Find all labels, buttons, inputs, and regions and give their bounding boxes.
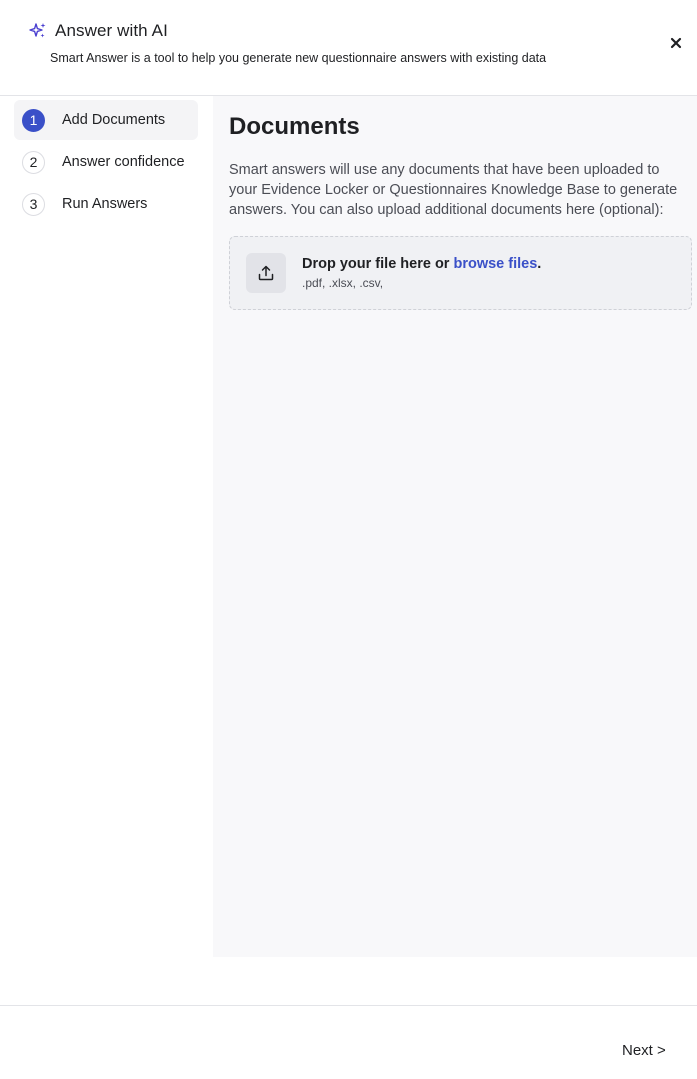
- modal-footer: Next >: [0, 1005, 697, 1079]
- sparkle-icon: [29, 22, 47, 40]
- modal-subtitle: Smart Answer is a tool to help you gener…: [50, 51, 547, 65]
- step-label: Add Documents: [62, 112, 166, 128]
- documents-panel: Documents Smart answers will use any doc…: [213, 96, 697, 957]
- step-add-documents[interactable]: 1 Add Documents: [14, 100, 198, 140]
- step-number: 2: [22, 150, 45, 174]
- step-run-answers[interactable]: 3 Run Answers: [14, 184, 198, 224]
- close-icon: [670, 37, 682, 49]
- stepper-nav: 1 Add Documents 2 Answer confidence 3 Ru…: [14, 96, 198, 224]
- dropzone-prefix: Drop your file here or: [302, 256, 454, 272]
- dropzone-text: Drop your file here or browse files.: [302, 256, 541, 272]
- step-label: Answer confidence: [62, 154, 185, 170]
- documents-description: Smart answers will use any documents tha…: [229, 162, 678, 218]
- page-title: Documents: [229, 113, 360, 140]
- step-label: Run Answers: [62, 196, 148, 212]
- browse-files-link[interactable]: browse files: [453, 256, 537, 272]
- next-button[interactable]: Next >: [612, 1036, 676, 1064]
- step-number: 1: [22, 108, 45, 132]
- title-row: Answer with AI: [29, 21, 168, 41]
- modal-header: Answer with AI Smart Answer is a tool to…: [0, 0, 697, 96]
- file-dropzone[interactable]: Drop your file here or browse files. .pd…: [229, 236, 692, 310]
- close-button[interactable]: [664, 31, 688, 55]
- accepted-file-types: .pdf, .xlsx, .csv,: [302, 276, 384, 290]
- answer-with-ai-modal: Answer with AI Smart Answer is a tool to…: [0, 0, 697, 1079]
- step-number: 3: [22, 192, 45, 216]
- upload-icon: [258, 265, 274, 281]
- upload-button[interactable]: [246, 253, 286, 293]
- step-answer-confidence[interactable]: 2 Answer confidence: [14, 142, 198, 182]
- modal-title: Answer with AI: [55, 21, 168, 40]
- dropzone-suffix: .: [537, 256, 542, 272]
